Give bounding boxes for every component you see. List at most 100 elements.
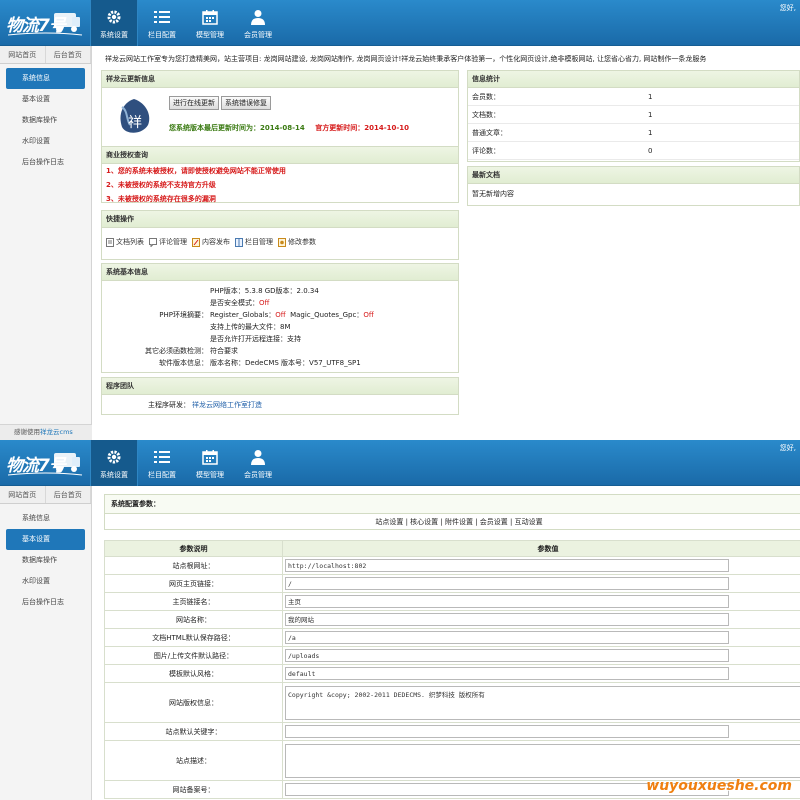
nav-system-settings[interactable]: 系统设置 <box>90 440 138 486</box>
keywords-input[interactable] <box>285 725 729 738</box>
table-row: 站点描述： <box>104 740 800 781</box>
greeting[interactable]: 您好, <box>780 443 796 453</box>
sidebar-item-admin-log[interactable]: 后台操作日志 <box>0 592 91 613</box>
team-box: 程序团队 主程序研发： 祥龙云网络工作室打造 <box>101 377 459 415</box>
footer-link[interactable]: 祥龙云cms <box>40 428 73 436</box>
sys-value: Register_Globals： <box>210 311 276 319</box>
sidebar-item-system-info[interactable]: 系统信息 <box>6 68 85 89</box>
site-name-input[interactable]: 我的网站 <box>285 613 729 626</box>
greeting[interactable]: 您好, <box>780 3 796 13</box>
sidebar-item-database[interactable]: 数据库操作 <box>0 550 91 571</box>
site-url-input[interactable]: http://localhost:802 <box>285 559 729 572</box>
table-row: 图片/上传文件默认路径：/uploads <box>104 646 800 665</box>
tab-admin-home[interactable]: 后台首页 <box>46 486 91 503</box>
sys-label: 其它必须函数检测： <box>145 347 208 355</box>
logo-char: 祥 <box>128 115 142 131</box>
quick-params[interactable]: 修改参数 <box>278 237 316 247</box>
home-link-input[interactable]: / <box>285 577 729 590</box>
quick-doc-list[interactable]: 文档列表 <box>106 237 144 247</box>
team-link[interactable]: 祥龙云网络工作室打造 <box>192 399 262 411</box>
license-line: 2、未被授权的系统不支持官方升级 <box>106 181 216 189</box>
upload-path-input[interactable]: /uploads <box>285 649 729 662</box>
list-icon <box>154 447 170 467</box>
sys-value: Magic_Quotes_Gpc： <box>285 311 364 319</box>
nav-model-management[interactable]: 模型管理 <box>186 440 234 486</box>
table-row: 文档HTML默认保存路径：/a <box>104 628 800 647</box>
sidebar: 网站首页 后台首页 系统信息 基本设置 数据库操作 水印设置 后台操作日志 <box>0 486 92 800</box>
nav-member-management[interactable]: 会员管理 <box>234 0 282 46</box>
sys-flag: Off <box>259 299 270 307</box>
latest-docs-box: 最新文档 暂无新增内容 <box>467 166 800 206</box>
config-tabs[interactable]: 站点设置 | 核心设置 | 附件设置 | 会员设置 | 互动设置 <box>104 514 800 530</box>
sys-value: PHP版本：5.3.8 GD版本：2.0.34 <box>210 287 319 295</box>
config-label: 主页链接名： <box>104 592 283 611</box>
nav-column-config[interactable]: 栏目配置 <box>138 0 186 46</box>
nav-label: 会员管理 <box>244 30 272 39</box>
logo[interactable]: 物流7号 <box>6 445 84 481</box>
logo[interactable]: 物流7号 <box>6 5 84 41</box>
quick-comments[interactable]: 评论管理 <box>149 237 187 247</box>
official-update-text: 官方更新时间：2014-10-10 <box>315 124 409 132</box>
tab-admin-home[interactable]: 后台首页 <box>46 46 91 63</box>
sidebar-item-database[interactable]: 数据库操作 <box>0 110 91 131</box>
document-icon <box>106 237 114 247</box>
notice-text: 祥龙云网站工作室专为您打造精美网，站主营项目: 龙岗网站建设, 龙岗网站制作, … <box>105 55 707 63</box>
quick-label: 评论管理 <box>159 238 187 246</box>
template-style-input[interactable]: default <box>285 667 729 680</box>
side-menu: 系统信息 基本设置 数据库操作 水印设置 后台操作日志 <box>0 64 91 173</box>
tab-site-home[interactable]: 网站首页 <box>0 486 46 503</box>
update-buttons: 进行在线更新 系统错误修复 <box>169 96 273 110</box>
box-title: 快捷操作 <box>102 211 458 228</box>
gear-icon <box>106 447 122 467</box>
nav-member-management[interactable]: 会员管理 <box>234 440 282 486</box>
stat-key: 文档数： <box>472 111 500 119</box>
config-label: 站点描述： <box>104 740 283 781</box>
nav-label: 会员管理 <box>244 470 272 479</box>
sys-row: 是否安全模式： Off <box>102 297 458 309</box>
sidebar-item-watermark[interactable]: 水印设置 <box>0 571 91 592</box>
sidebar-item-system-info[interactable]: 系统信息 <box>0 508 91 529</box>
description-textarea[interactable] <box>285 743 800 778</box>
latest-empty: 暂无新增内容 <box>472 190 514 198</box>
user-icon <box>251 447 265 467</box>
table-row: 站点默认关键字： <box>104 722 800 741</box>
config-label: 网站备案号： <box>104 780 283 799</box>
config-label: 文档HTML默认保存路径： <box>104 628 283 647</box>
side-tabs: 网站首页 后台首页 <box>0 486 91 504</box>
html-path-input[interactable]: /a <box>285 631 729 644</box>
top-bar: 物流7号 系统设置 栏目配置 模型管理 会员管理 您好, <box>0 440 800 486</box>
online-update-button[interactable]: 进行在线更新 <box>169 96 219 110</box>
sys-label <box>102 333 210 345</box>
logo-title: 物流7号 <box>6 456 66 476</box>
side-tabs: 网站首页 后台首页 <box>0 46 91 64</box>
sidebar-item-admin-log[interactable]: 后台操作日志 <box>0 152 91 173</box>
calendar-icon <box>202 447 218 467</box>
sys-row: 其它必须函数检测： 符合要求 <box>102 345 458 357</box>
box-title: 信息统计 <box>468 71 799 88</box>
table-header: 参数说明 参数值 <box>104 540 800 557</box>
box-title: 程序团队 <box>102 378 458 395</box>
table-row: 模板默认风格： default <box>104 664 800 683</box>
sidebar-item-basic-settings[interactable]: 基本设置 <box>0 89 91 110</box>
copyright-textarea[interactable]: Copyright &copy; 2002-2011 DEDECMS. 织梦科技… <box>285 685 800 720</box>
tab-site-home[interactable]: 网站首页 <box>0 46 46 63</box>
sidebar-item-basic-settings[interactable]: 基本设置 <box>6 529 85 550</box>
stat-row: 评论数： 0 <box>468 142 799 160</box>
nav-system-settings[interactable]: 系统设置 <box>90 0 138 46</box>
quick-publish[interactable]: 内容发布 <box>192 237 230 247</box>
quick-columns[interactable]: 栏目管理 <box>235 237 273 247</box>
table-row: 网页主页链接： / <box>104 574 800 593</box>
home-name-input[interactable]: 主页 <box>285 595 729 608</box>
sys-label <box>102 297 210 309</box>
nav-model-management[interactable]: 模型管理 <box>186 0 234 46</box>
sys-row: 是否允许打开远程连接：支持 <box>102 333 458 345</box>
dashboard-screen: 物流7号 系统设置 栏目配置 模型管理 会员管理 您好, 网站首页 后台首页 系… <box>0 0 800 440</box>
sidebar: 网站首页 后台首页 系统信息 基本设置 数据库操作 水印设置 后台操作日志 感谢… <box>0 46 92 440</box>
system-repair-button[interactable]: 系统错误修复 <box>221 96 271 110</box>
dragon-logo-icon: 祥 <box>120 99 150 133</box>
sidebar-item-watermark[interactable]: 水印设置 <box>0 131 91 152</box>
sys-flag: Off <box>363 311 374 319</box>
nav-column-config[interactable]: 栏目配置 <box>138 440 186 486</box>
nav-label: 模型管理 <box>196 470 224 479</box>
system-info-box: 系统基本信息 PHP版本：5.3.8 GD版本：2.0.34 是否安全模式： Of… <box>101 263 459 373</box>
